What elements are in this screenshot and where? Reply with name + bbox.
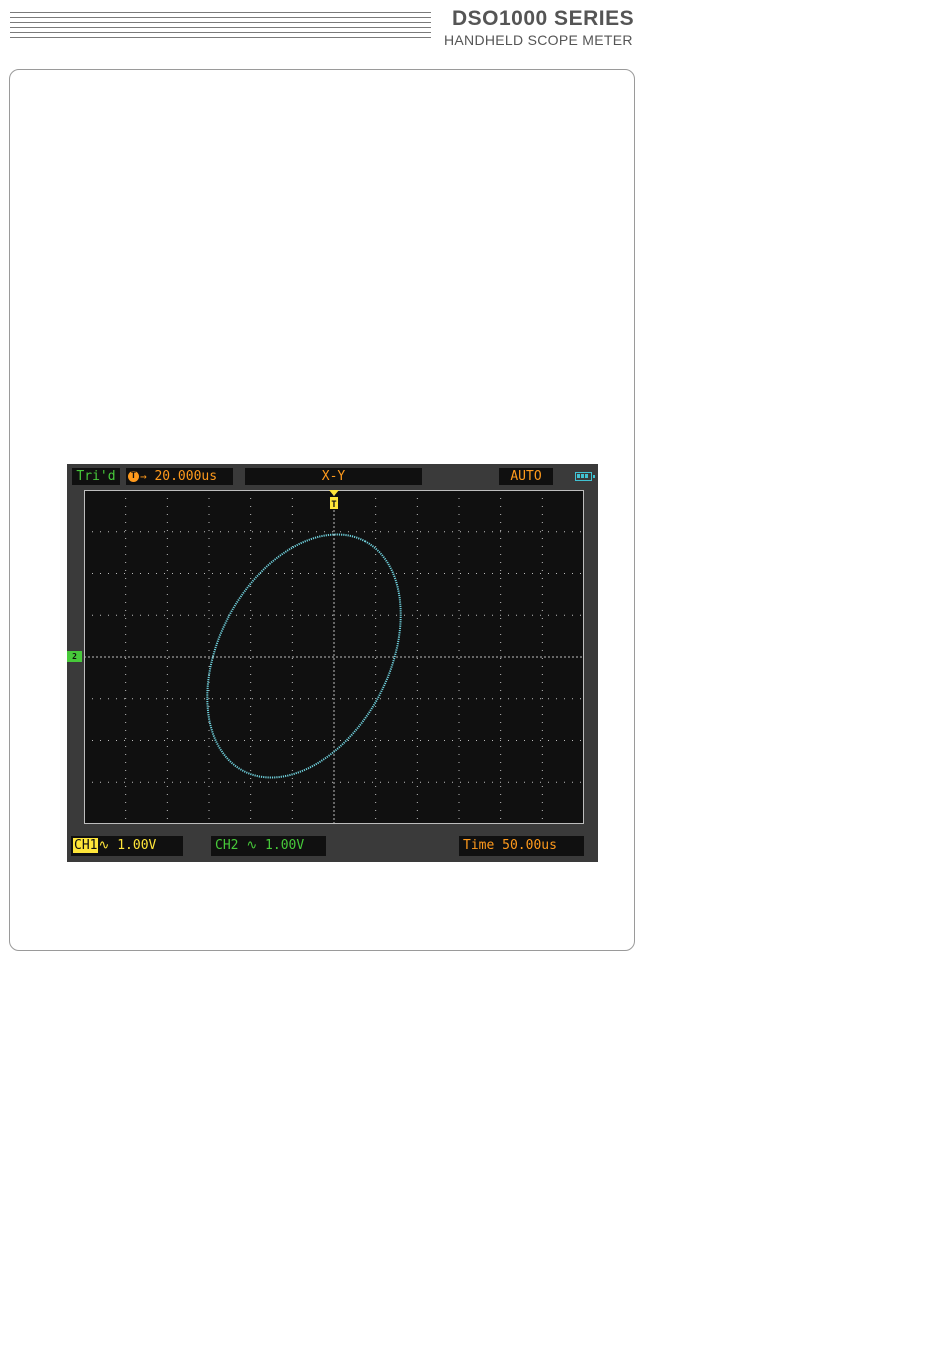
ch2-status[interactable]: CH2 ∿ 1.00V (211, 836, 326, 856)
header-rule-lines (10, 12, 431, 42)
ch2-scale: 1.00V (265, 838, 305, 853)
ch2-ground-marker[interactable]: 2 (67, 651, 82, 662)
ch1-scale: 1.00V (117, 838, 157, 853)
trigger-offset-value: 20.000us (154, 469, 218, 484)
svg-text:T: T (331, 500, 337, 510)
ac-coupling-icon: ∿ (98, 838, 110, 853)
battery-icon (575, 472, 595, 481)
display-mode: X-Y (245, 468, 422, 485)
trigger-mode: AUTO (499, 468, 553, 485)
trigger-offset-box: T → 20.000us (126, 468, 233, 485)
channel-bar: CH1∿ 1.00V CH2 ∿ 1.00V Time 50.00us (67, 834, 598, 862)
ac-coupling-icon: ∿ (246, 838, 258, 853)
scope-screen: Tri'd T → 20.000us X-Y AUTO 2 T CH1∿ 1.00… (67, 464, 598, 862)
ch1-status[interactable]: CH1∿ 1.00V (71, 836, 183, 856)
waveform-display (84, 490, 584, 824)
trigger-status: Tri'd (72, 468, 120, 485)
brand-block: DSO1000 SERIES HANDHELD SCOPE METER (444, 7, 674, 49)
trigger-marker-icon[interactable]: T (329, 490, 339, 512)
trigger-arrow-icon: → (140, 470, 147, 483)
series-title: DSO1000 SERIES (452, 7, 635, 30)
timebase-status[interactable]: Time 50.00us (459, 836, 584, 856)
ch2-label: CH2 (215, 838, 239, 853)
status-bar: Tri'd T → 20.000us X-Y AUTO (67, 464, 598, 490)
series-subtitle: HANDHELD SCOPE METER (444, 32, 633, 48)
ch1-label: CH1 (73, 838, 99, 853)
trigger-position-icon: T (128, 471, 139, 482)
